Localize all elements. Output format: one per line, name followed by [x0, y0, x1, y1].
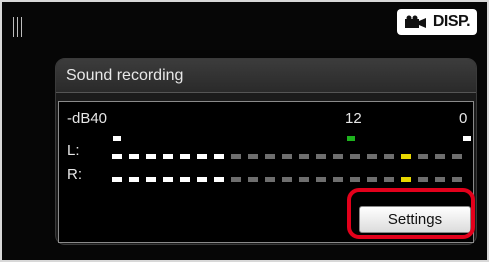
meter-segment — [180, 177, 190, 182]
settings-highlight-ring — [347, 188, 475, 239]
meter-segment — [384, 177, 394, 182]
disp-label: DISP. — [432, 13, 471, 30]
scale-label-12: 12 — [345, 110, 362, 127]
meter-segment — [299, 177, 309, 182]
meter-segment — [231, 177, 241, 182]
scale-marker-0 — [463, 136, 471, 141]
meter-segment — [367, 177, 377, 182]
meter-segment — [299, 154, 309, 159]
meter-segment — [129, 154, 139, 159]
meter-segment — [401, 154, 411, 159]
meter-segment — [316, 177, 326, 182]
meter-segment — [214, 154, 224, 159]
meter-segment — [146, 177, 156, 182]
meter-segment — [231, 154, 241, 159]
meter-segment — [333, 177, 343, 182]
meter-segment — [129, 177, 139, 182]
meter-segment — [248, 177, 258, 182]
meter-segment — [435, 177, 445, 182]
meter-segment — [401, 177, 411, 182]
meter-segment — [112, 154, 122, 159]
meter-segment — [248, 154, 258, 159]
camera-screen: DISP. Sound recording -dB40 12 0 L: R: S… — [0, 0, 489, 262]
grip-icon — [13, 17, 23, 37]
panel-title: Sound recording — [66, 67, 184, 84]
panel-header: Sound recording — [56, 59, 476, 93]
meter-segment — [418, 177, 428, 182]
meter-segment — [265, 154, 275, 159]
meter-segment — [197, 177, 207, 182]
meter-segment — [146, 154, 156, 159]
meter-segment — [163, 154, 173, 159]
meter-segment — [163, 177, 173, 182]
meter-segment — [452, 177, 462, 182]
meter-segment — [350, 154, 360, 159]
scale-label-minus-db40: -dB40 — [67, 110, 108, 127]
scale-marker-12 — [347, 136, 355, 141]
meter-segment — [282, 154, 292, 159]
meter-segment — [265, 177, 275, 182]
meter-segment — [384, 154, 394, 159]
meter-segment — [282, 177, 292, 182]
left-channel-meter — [112, 154, 462, 159]
scale-label-0: 0 — [459, 110, 468, 127]
meter-segment — [112, 177, 122, 182]
meter-segment — [333, 154, 343, 159]
meter-segment — [180, 154, 190, 159]
channel-label-right: R: — [67, 166, 82, 183]
meter-segment — [452, 154, 462, 159]
meter-segment — [418, 154, 428, 159]
meter-segment — [197, 154, 207, 159]
scale-marker-minus-db40 — [113, 136, 121, 141]
meter-segment — [214, 177, 224, 182]
movie-camera-icon — [404, 15, 430, 29]
meter-segment — [367, 154, 377, 159]
meter-segment — [316, 154, 326, 159]
channel-label-left: L: — [67, 142, 80, 159]
meter-segment — [435, 154, 445, 159]
meter-segment — [350, 177, 360, 182]
disp-button[interactable]: DISP. — [397, 9, 477, 35]
right-channel-meter — [112, 177, 462, 182]
